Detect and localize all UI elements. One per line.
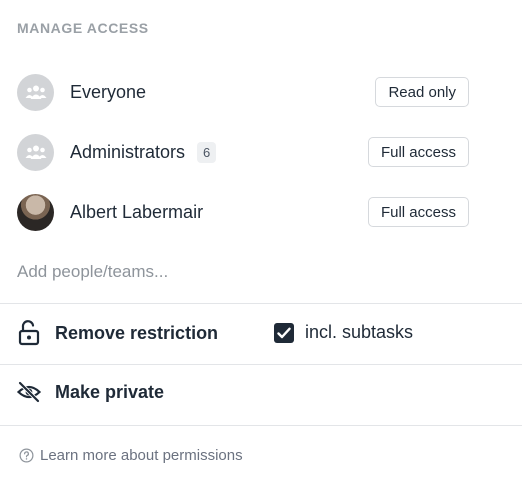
access-level-button[interactable]: Full access bbox=[367, 197, 469, 227]
member-name: Albert Labermair bbox=[70, 201, 204, 222]
include-subtasks-checkbox[interactable]: incl. subtasks bbox=[274, 322, 413, 343]
member-name: Administrators bbox=[70, 141, 186, 162]
member-name: Everyone bbox=[70, 81, 147, 102]
make-private-button[interactable]: Make private bbox=[17, 381, 164, 403]
section-title: MANAGE ACCESS bbox=[17, 20, 149, 36]
learn-more-link[interactable]: Learn more about permissions bbox=[19, 447, 243, 464]
help-circle-icon bbox=[19, 448, 34, 463]
eye-off-icon bbox=[17, 381, 41, 403]
checkbox-checked-icon bbox=[274, 322, 294, 343]
manage-access-panel: MANAGE ACCESS Everyone Read only Adminis… bbox=[0, 0, 522, 484]
learn-more-label: Learn more about permissions bbox=[40, 447, 243, 464]
group-icon bbox=[17, 73, 54, 111]
member-row-administrators: Administrators 6 Full access bbox=[17, 132, 469, 172]
unlock-icon bbox=[18, 320, 40, 346]
divider bbox=[0, 425, 522, 426]
remove-restriction-button[interactable]: Remove restriction bbox=[17, 320, 218, 346]
include-subtasks-label: incl. subtasks bbox=[305, 322, 414, 342]
make-private-label: Make private bbox=[55, 381, 165, 402]
member-row-everyone: Everyone Read only bbox=[17, 72, 469, 112]
member-count-badge: 6 bbox=[197, 141, 217, 163]
divider bbox=[0, 303, 522, 304]
access-level-button[interactable]: Full access bbox=[367, 137, 469, 167]
user-avatar bbox=[17, 193, 54, 231]
add-people-input[interactable] bbox=[17, 258, 457, 286]
group-icon bbox=[17, 133, 54, 171]
remove-restriction-label: Remove restriction bbox=[55, 322, 219, 343]
member-row-albert-labermair: Albert Labermair Full access bbox=[17, 192, 469, 232]
divider bbox=[0, 364, 522, 365]
access-level-button[interactable]: Read only bbox=[375, 77, 469, 107]
